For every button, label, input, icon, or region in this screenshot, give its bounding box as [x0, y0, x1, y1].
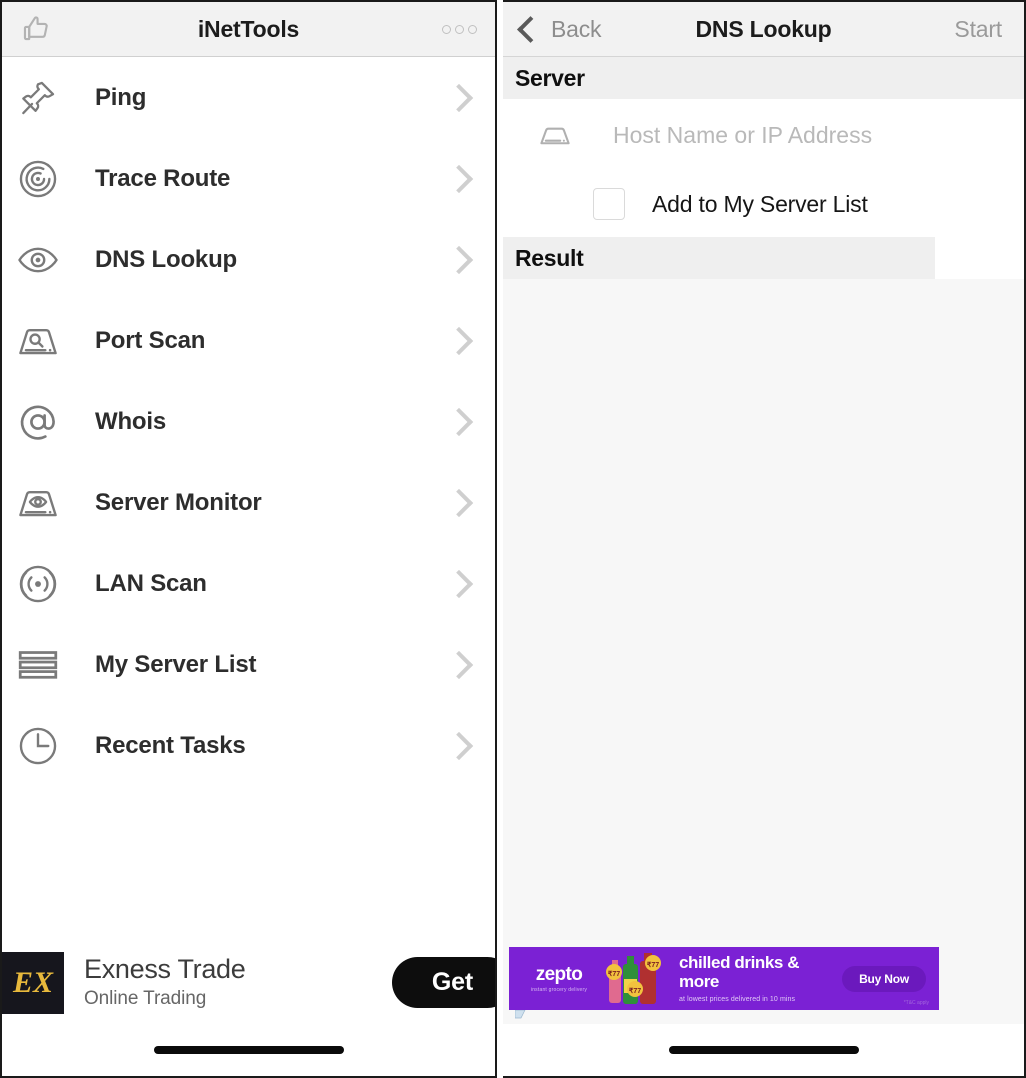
banner-fine-print: *T&C apply [903, 1000, 929, 1006]
menu-item-label: Port Scan [95, 326, 206, 354]
chevron-right-icon [444, 407, 474, 436]
at-sign-icon [12, 396, 64, 448]
result-output-area [503, 279, 1024, 947]
home-indicator[interactable] [153, 1046, 344, 1054]
server-search-icon [12, 315, 64, 367]
zepto-ad-banner[interactable]: zepto instant grocery delivery ₹77 ₹77 ₹… [509, 947, 939, 1010]
more-options-icon[interactable] [442, 24, 477, 34]
ad-text-group: Exness Trade Online Trading [84, 955, 392, 1009]
zepto-brand: zepto [535, 963, 583, 985]
dual-phone-screenshot: iNetTools Ping Trace Route DNS Lookup Po… [0, 0, 1026, 1078]
ad-title: Exness Trade [84, 954, 246, 985]
menu-item-lan-scan[interactable]: LAN Scan [2, 543, 495, 624]
menu-item-label: Whois [95, 407, 166, 435]
chevron-right-icon [444, 731, 474, 760]
exness-logo-icon: EX [2, 951, 64, 1014]
banner-headline: chilled drinks & more [679, 952, 800, 991]
chevron-right-icon [444, 569, 474, 598]
add-to-server-list-label: Add to My Server List [652, 190, 868, 217]
chevron-right-icon [444, 488, 474, 517]
ad-get-button[interactable]: Get [391, 957, 495, 1008]
add-to-server-list-row[interactable]: Add to My Server List [503, 171, 1024, 237]
menu-item-recent-tasks[interactable]: Recent Tasks [2, 705, 495, 786]
back-label: Back [551, 15, 602, 42]
chevron-right-icon [444, 326, 474, 355]
left-phone-screen: iNetTools Ping Trace Route DNS Lookup Po… [0, 0, 497, 1078]
left-page-title: iNetTools [197, 15, 300, 42]
radar-target-icon [12, 153, 64, 205]
left-empty-space [2, 786, 495, 941]
buy-now-button[interactable]: Buy Now [842, 965, 926, 992]
menu-item-whois[interactable]: Whois [2, 381, 495, 462]
server-section-header: Server [503, 57, 1024, 99]
home-indicator[interactable] [668, 1046, 859, 1054]
broadcast-icon [12, 558, 64, 610]
menu-item-label: My Server List [95, 650, 257, 678]
left-ad-banner[interactable]: EX Exness Trade Online Trading Get [2, 941, 495, 1024]
svg-text:₹77: ₹77 [647, 961, 659, 969]
host-field-row[interactable] [503, 99, 1024, 171]
add-to-server-list-checkbox[interactable] [593, 188, 625, 220]
menu-item-label: Ping [95, 83, 147, 111]
thumbs-up-icon[interactable] [20, 12, 54, 46]
svg-text:₹77: ₹77 [629, 987, 641, 995]
zepto-brand-tagline: instant grocery delivery [530, 986, 588, 993]
eye-icon [12, 234, 64, 286]
host-input[interactable] [583, 120, 1024, 150]
clock-icon [12, 720, 64, 772]
right-ad-banner-wrap: zepto instant grocery delivery ₹77 ₹77 ₹… [503, 947, 1024, 1024]
list-lines-icon [12, 639, 64, 691]
chevron-right-icon [444, 164, 474, 193]
zepto-logo: zepto instant grocery delivery [523, 965, 595, 993]
menu-item-label: LAN Scan [95, 569, 207, 597]
server-form-card: Add to My Server List [503, 99, 1024, 237]
drinks-illustration-icon: ₹77 ₹77 ₹77 [595, 947, 673, 1010]
menu-item-server-monitor[interactable]: Server Monitor [2, 462, 495, 543]
menu-item-port-scan[interactable]: Port Scan [2, 300, 495, 381]
chevron-right-icon [444, 83, 474, 112]
right-home-indicator-area [503, 1024, 1024, 1076]
svg-text:₹77: ₹77 [608, 970, 620, 978]
back-button[interactable]: Back [517, 15, 602, 43]
left-nav-bar: iNetTools [2, 2, 495, 57]
menu-item-trace-route[interactable]: Trace Route [2, 138, 495, 219]
right-nav-bar: Back DNS Lookup Start [503, 2, 1024, 57]
server-eye-icon [12, 477, 64, 529]
menu-item-dns-lookup[interactable]: DNS Lookup [2, 219, 495, 300]
result-section-header: Result [503, 237, 935, 279]
menu-item-label: DNS Lookup [95, 245, 237, 273]
chevron-right-icon [444, 650, 474, 679]
left-home-indicator-area [2, 1024, 495, 1076]
ad-choices-icon[interactable] [515, 1010, 529, 1024]
pushpin-icon [12, 72, 64, 124]
start-button[interactable]: Start [954, 16, 1002, 43]
menu-item-label: Trace Route [95, 164, 231, 192]
banner-subline: at lowest prices delivered in 10 mins [679, 996, 796, 1004]
menu-item-label: Server Monitor [95, 488, 262, 516]
svg-text:EX: EX [12, 966, 54, 999]
tools-menu-list: Ping Trace Route DNS Lookup Port Scan Wh… [2, 57, 495, 941]
ad-subtitle: Online Trading [84, 987, 207, 1009]
banner-copy: chilled drinks & more at lowest prices d… [673, 952, 842, 1004]
menu-item-ping[interactable]: Ping [2, 57, 495, 138]
right-phone-screen: Back DNS Lookup Start Server Add to My [503, 0, 1026, 1078]
menu-item-label: Recent Tasks [95, 731, 246, 759]
chevron-left-icon [517, 15, 544, 43]
menu-item-my-server-list[interactable]: My Server List [2, 624, 495, 705]
chevron-right-icon [444, 245, 474, 274]
server-icon [527, 116, 583, 154]
